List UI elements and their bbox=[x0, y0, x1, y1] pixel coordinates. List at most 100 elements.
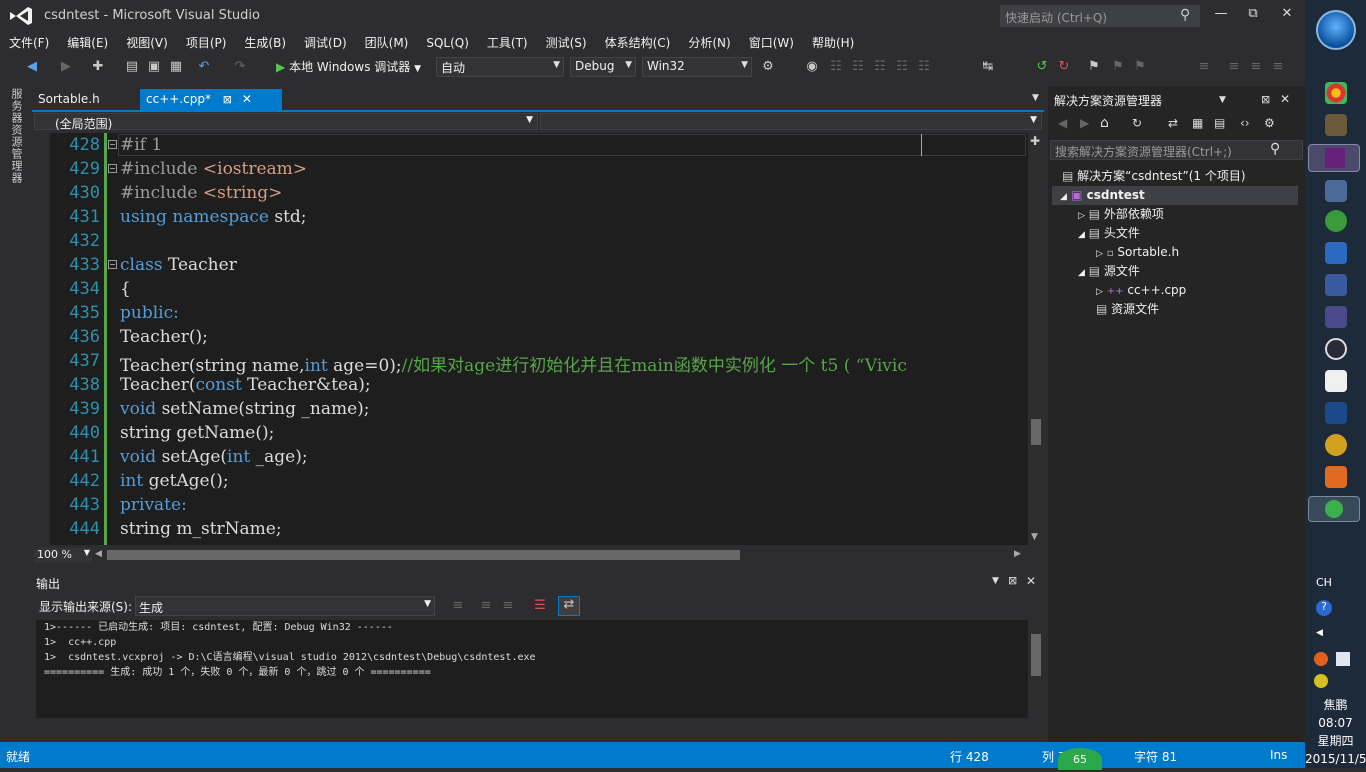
menu-view[interactable]: 视图(V) bbox=[117, 32, 177, 51]
tab-cc-cpp[interactable]: cc++.cpp* ⊠ ✕ bbox=[140, 89, 282, 110]
toolbar-icon-a[interactable]: ☷ bbox=[828, 59, 844, 75]
next-message-icon[interactable]: ≡ bbox=[500, 598, 516, 614]
history-icon[interactable]: ↻ bbox=[1132, 116, 1142, 130]
sync-icon[interactable]: ⇄ bbox=[1168, 116, 1178, 130]
start-debugging-button[interactable]: ▶ 本地 Windows 调试器 ▼ bbox=[276, 58, 421, 75]
output-scroll-thumb[interactable] bbox=[1031, 634, 1041, 676]
chrome-icon[interactable] bbox=[1325, 82, 1347, 104]
visual-studio-taskbar-icon[interactable] bbox=[1308, 144, 1360, 172]
tab-overflow-icon[interactable]: ▼ bbox=[1032, 93, 1039, 103]
server-explorer-tab[interactable]: 服务器资源管理器 bbox=[10, 88, 24, 184]
menu-tools[interactable]: 工具(T) bbox=[478, 32, 537, 51]
configuration-select[interactable]: Debug ▼ bbox=[570, 57, 636, 77]
goto-line-icon[interactable]: ≡ bbox=[450, 598, 466, 614]
panel-menu-icon[interactable]: ▼ bbox=[1219, 95, 1226, 105]
indent-icon[interactable]: ≡ bbox=[1196, 59, 1212, 75]
output-horizontal-scrollbar[interactable] bbox=[36, 720, 1044, 736]
expand-arrow-icon[interactable]: ◢ bbox=[1078, 230, 1085, 240]
search-icon[interactable]: ⚲ bbox=[1180, 7, 1190, 23]
scroll-left-icon[interactable]: ◀ bbox=[95, 549, 102, 559]
ime-indicator[interactable]: CH bbox=[1316, 576, 1332, 589]
output-text[interactable]: 1>------ 已启动生成: 项目: csdntest, 配置: Debug … bbox=[36, 620, 1028, 718]
menu-analyze[interactable]: 分析(N) bbox=[679, 32, 739, 51]
collapsed-arrow-icon[interactable]: ▷ bbox=[1096, 249, 1103, 259]
tree-solution[interactable]: ▤ 解决方案“csdntest”(1 个项目) bbox=[1062, 167, 1246, 186]
qq-icon[interactable] bbox=[1314, 652, 1328, 666]
properties-icon[interactable]: ⚙ bbox=[1264, 116, 1275, 130]
windows-flag-icon[interactable] bbox=[1336, 652, 1350, 666]
show-all-files-icon[interactable]: ▤ bbox=[1214, 116, 1225, 130]
redo-icon[interactable]: ↷ bbox=[232, 59, 248, 75]
app-icon[interactable] bbox=[1325, 242, 1347, 264]
tray-app-icon[interactable] bbox=[1314, 674, 1328, 688]
word-wrap-toggle-icon[interactable]: ⇄ bbox=[558, 596, 580, 616]
menu-window[interactable]: 窗口(W) bbox=[740, 32, 803, 51]
quick-launch-input[interactable]: 快速启动 (Ctrl+Q) bbox=[1000, 5, 1200, 27]
close-button[interactable]: ✕ bbox=[1272, 6, 1302, 26]
app-icon[interactable] bbox=[1325, 306, 1347, 328]
pin-icon[interactable]: ⊠ bbox=[1008, 574, 1017, 587]
expand-arrow-icon[interactable]: ◢ bbox=[1060, 192, 1067, 202]
camera-icon[interactable]: ◉ bbox=[804, 59, 820, 75]
scroll-down-icon[interactable]: ▼ bbox=[1031, 532, 1038, 542]
uncomment-icon[interactable]: ≡ bbox=[1270, 59, 1286, 75]
scroll-right-icon[interactable]: ▶ bbox=[1014, 549, 1021, 559]
collapse-all-icon[interactable]: ▦ bbox=[1192, 116, 1203, 130]
menu-edit[interactable]: 编辑(E) bbox=[58, 32, 117, 51]
save-icon[interactable]: ▣ bbox=[146, 59, 162, 75]
panel-menu-icon[interactable]: ▼ bbox=[992, 576, 999, 586]
menu-architecture[interactable]: 体系结构(C) bbox=[596, 32, 680, 51]
menu-team[interactable]: 团队(M) bbox=[356, 32, 418, 51]
app-icon[interactable] bbox=[1325, 338, 1347, 360]
editor-scroll-thumb[interactable] bbox=[1031, 419, 1041, 445]
tree-header-files[interactable]: ◢ ▤ 头文件 bbox=[1078, 224, 1140, 243]
view-code-icon[interactable]: ‹› bbox=[1240, 116, 1250, 130]
close-panel-icon[interactable]: ✕ bbox=[1280, 92, 1290, 106]
solution-config-mode-select[interactable]: 自动 ▼ bbox=[436, 57, 564, 77]
tree-sortable-h[interactable]: ▷ ▫ Sortable.h bbox=[1096, 243, 1179, 262]
undo-icon[interactable]: ↶ bbox=[196, 59, 212, 75]
menu-help[interactable]: 帮助(H) bbox=[803, 32, 863, 51]
msdn-icon[interactable] bbox=[1325, 402, 1347, 424]
pin-icon[interactable]: ⊠ bbox=[223, 93, 232, 106]
output-source-select[interactable]: 生成 ▼ bbox=[135, 596, 435, 616]
app-icon[interactable] bbox=[1325, 274, 1347, 296]
member-dropdown[interactable]: ▼ bbox=[540, 113, 1042, 130]
close-tab-icon[interactable]: ✕ bbox=[242, 92, 252, 106]
toolbar-icon-e[interactable]: ☷ bbox=[916, 59, 932, 75]
zoom-select[interactable]: 100 % ▼ bbox=[34, 548, 92, 563]
toolbar-icon-d[interactable]: ☷ bbox=[894, 59, 910, 75]
fold-toggle[interactable]: − bbox=[108, 140, 117, 149]
bookmark-next-icon[interactable]: ⚑ bbox=[1132, 59, 1148, 75]
fold-toggle[interactable]: − bbox=[108, 260, 117, 269]
fold-toggle[interactable]: − bbox=[108, 164, 117, 173]
tray-arrow-icon[interactable]: ◀ bbox=[1316, 628, 1323, 638]
app-icon[interactable] bbox=[1325, 180, 1347, 202]
maximize-button[interactable]: ⧉ bbox=[1238, 6, 1268, 26]
platform-select[interactable]: Win32 ▼ bbox=[642, 57, 752, 77]
format-icon[interactable]: ↹ bbox=[980, 59, 996, 75]
minimize-button[interactable]: — bbox=[1206, 6, 1236, 26]
bookmark-icon[interactable]: ⚑ bbox=[1086, 59, 1102, 75]
tree-resource-files[interactable]: ▤ 资源文件 bbox=[1096, 300, 1159, 319]
output-vertical-scrollbar[interactable] bbox=[1028, 620, 1044, 718]
editor-horizontal-scroll-thumb[interactable] bbox=[107, 550, 740, 560]
taskbar-clock[interactable]: 焦鹏 08:07 星期四 2015/11/5 bbox=[1305, 696, 1366, 768]
tree-project[interactable]: ◢ ▣ csdntest bbox=[1060, 186, 1145, 205]
app-icon[interactable] bbox=[1325, 466, 1347, 488]
solution-search-input[interactable]: 搜索解决方案资源管理器(Ctrl+;) bbox=[1050, 140, 1303, 160]
prev-message-icon[interactable]: ≡ bbox=[478, 598, 494, 614]
comment-icon[interactable]: ≡ bbox=[1248, 59, 1264, 75]
stop-navigate-icon[interactable]: ↻ bbox=[1056, 59, 1072, 75]
search-icon[interactable]: ⚲ bbox=[1270, 141, 1280, 157]
app-icon[interactable] bbox=[1325, 434, 1347, 456]
navigate-icon[interactable]: ↺ bbox=[1034, 59, 1050, 75]
forward-icon[interactable]: ▶ bbox=[58, 59, 74, 75]
start-button-icon[interactable] bbox=[1316, 10, 1356, 50]
tree-external-deps[interactable]: ▷ ▤ 外部依赖项 bbox=[1078, 205, 1164, 224]
tree-cc-cpp[interactable]: ▷ ++ cc++.cpp bbox=[1096, 281, 1186, 300]
collapsed-arrow-icon[interactable]: ▷ bbox=[1078, 211, 1085, 221]
collapsed-arrow-icon[interactable]: ▷ bbox=[1096, 287, 1103, 297]
toolbar-icon-c[interactable]: ☷ bbox=[872, 59, 888, 75]
help-icon[interactable]: ? bbox=[1316, 600, 1332, 616]
